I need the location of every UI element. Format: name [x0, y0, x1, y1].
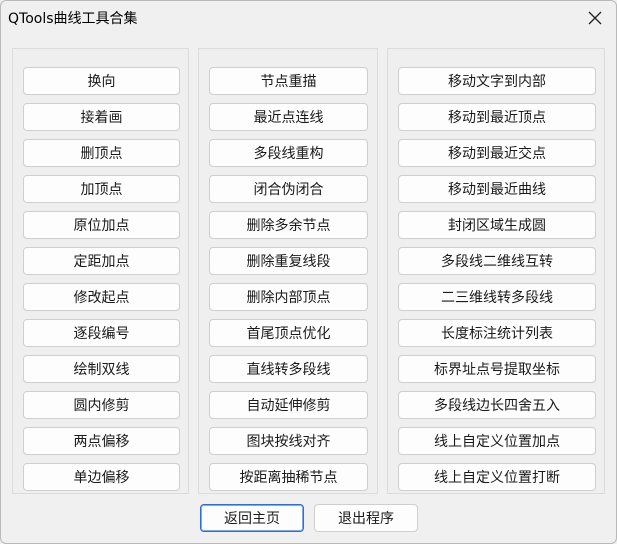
tool-button[interactable]: 二三维线转多段线: [398, 283, 596, 311]
tool-button[interactable]: 定距加点: [23, 247, 180, 275]
tool-button[interactable]: 删除重复线段: [209, 247, 368, 275]
exit-program-button[interactable]: 退出程序: [314, 504, 418, 532]
tool-button[interactable]: 标界址点号提取坐标: [398, 355, 596, 383]
tool-button[interactable]: 按距离抽稀节点: [209, 463, 368, 491]
tool-button[interactable]: 封闭区域生成圆: [398, 211, 596, 239]
tool-button[interactable]: 逐段编号: [23, 319, 180, 347]
tool-button[interactable]: 多段线重构: [209, 139, 368, 167]
tool-button[interactable]: 两点偏移: [23, 427, 180, 455]
tool-button[interactable]: 首尾顶点优化: [209, 319, 368, 347]
window-title: QTools曲线工具合集: [8, 11, 138, 27]
tool-button[interactable]: 单边偏移: [23, 463, 180, 491]
tool-button[interactable]: 图块按线对齐: [209, 427, 368, 455]
tool-button[interactable]: 移动到最近曲线: [398, 175, 596, 203]
close-button[interactable]: [583, 6, 607, 30]
tool-button[interactable]: 加顶点: [23, 175, 180, 203]
tool-button[interactable]: 自动延伸修剪: [209, 391, 368, 419]
title-bar: QTools曲线工具合集: [1, 1, 616, 35]
tool-button[interactable]: 接着画: [23, 103, 180, 131]
tool-button[interactable]: 删顶点: [23, 139, 180, 167]
tool-button[interactable]: 直线转多段线: [209, 355, 368, 383]
tool-panel-basic: 换向 接着画 删顶点 加顶点 原位加点 定距加点 修改起点 逐段编号 绘制双线 …: [12, 48, 189, 494]
tool-panel-nodes: 节点重描 最近点连线 多段线重构 闭合伪闭合 删除多余节点 删除重复线段 删除内…: [198, 48, 378, 494]
tool-button[interactable]: 删除多余节点: [209, 211, 368, 239]
tool-button[interactable]: 绘制双线: [23, 355, 180, 383]
tool-button[interactable]: 移动文字到内部: [398, 67, 596, 95]
app-window: QTools曲线工具合集 换向 接着画 删顶点 加顶点 原位加点 定距加点 修改…: [0, 0, 617, 544]
tool-button[interactable]: 修改起点: [23, 283, 180, 311]
tool-button[interactable]: 节点重描: [209, 67, 368, 95]
close-icon: [588, 11, 602, 25]
tool-button[interactable]: 多段线二维线互转: [398, 247, 596, 275]
tool-button[interactable]: 线上自定义位置打断: [398, 463, 596, 491]
tool-button[interactable]: 闭合伪闭合: [209, 175, 368, 203]
return-home-button[interactable]: 返回主页: [200, 504, 304, 532]
tool-button[interactable]: 线上自定义位置加点: [398, 427, 596, 455]
tool-button[interactable]: 多段线边长四舍五入: [398, 391, 596, 419]
tool-button[interactable]: 移动到最近交点: [398, 139, 596, 167]
tool-button[interactable]: 换向: [23, 67, 180, 95]
tool-button[interactable]: 长度标注统计列表: [398, 319, 596, 347]
tool-button[interactable]: 圆内修剪: [23, 391, 180, 419]
tool-button[interactable]: 原位加点: [23, 211, 180, 239]
tool-button[interactable]: 移动到最近顶点: [398, 103, 596, 131]
tool-button[interactable]: 最近点连线: [209, 103, 368, 131]
tool-button[interactable]: 删除内部顶点: [209, 283, 368, 311]
tool-panel-advanced: 移动文字到内部 移动到最近顶点 移动到最近交点 移动到最近曲线 封闭区域生成圆 …: [387, 48, 605, 494]
